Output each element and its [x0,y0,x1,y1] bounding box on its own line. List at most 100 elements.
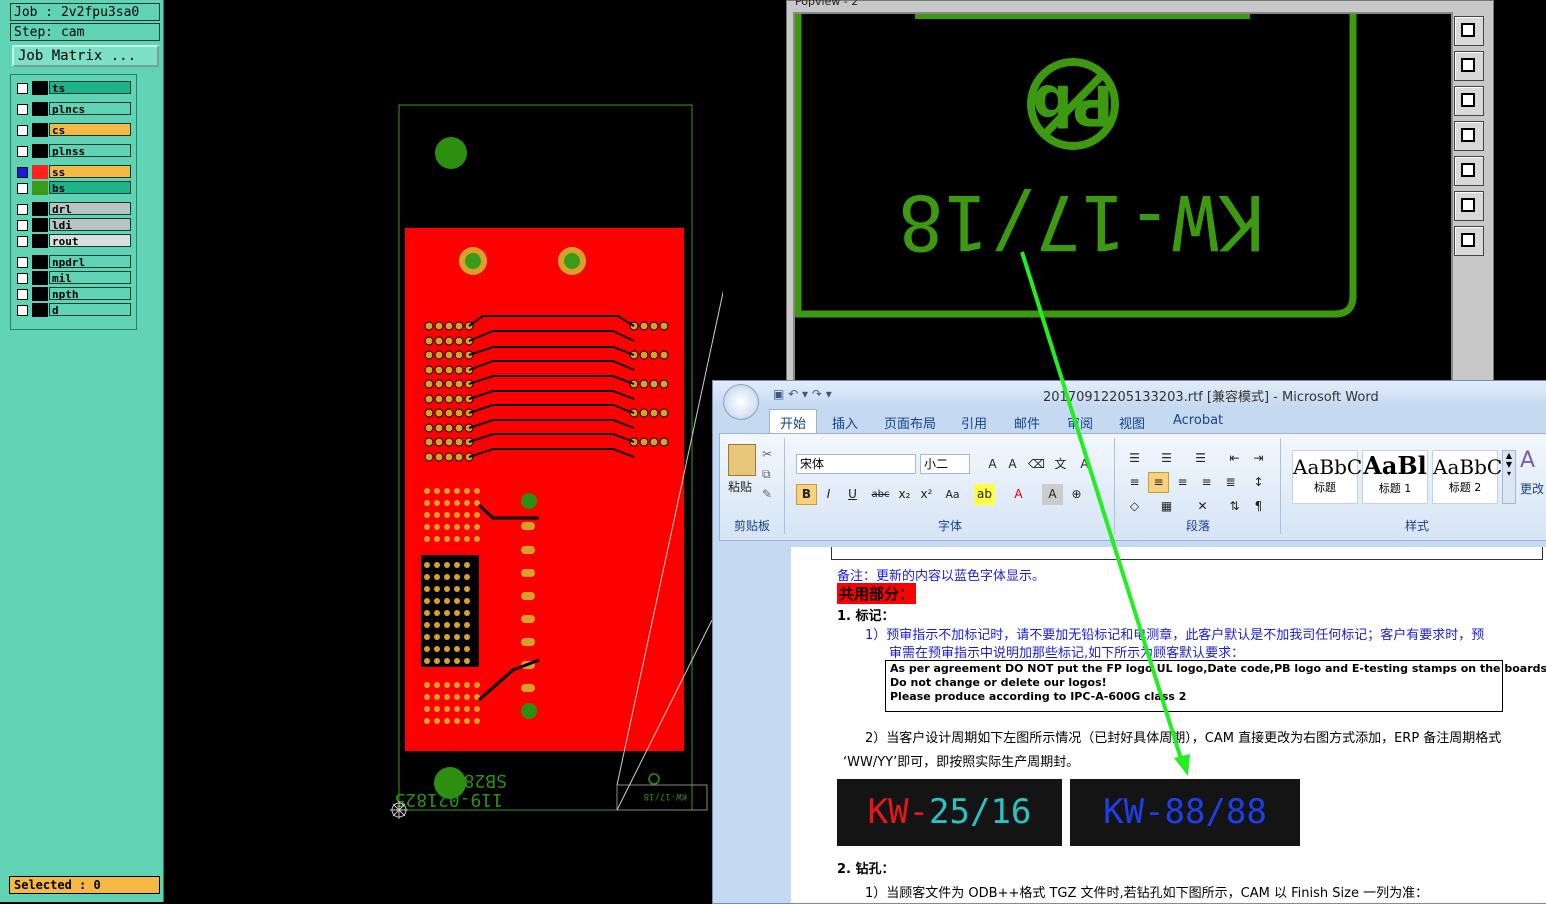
enclose-char-icon[interactable]: ⊕ [1066,484,1087,505]
paragraph-text: 1）当顾客文件为 ODB++格式 TGZ 文件时,若钻孔如下图所示，CAM 以 … [865,886,1429,901]
layer-checkbox[interactable] [17,236,28,247]
style-name: 标题 2 [1448,481,1482,494]
tab-acrobat[interactable]: Acrobat [1173,413,1223,428]
style-name: 标题 [1314,481,1336,494]
layer-checkbox[interactable] [17,220,28,231]
align-center-icon[interactable]: ≡ [1148,472,1169,493]
style-heading-2[interactable]: AaBbC 标题 2 [1432,450,1502,504]
superscript-button[interactable]: x² [916,484,937,505]
align-left-icon[interactable]: ≡ [1124,472,1145,493]
pan-up-icon[interactable] [1454,51,1484,81]
layer-checkbox[interactable] [17,83,28,94]
pan-left-icon[interactable] [1454,121,1484,151]
layer-row[interactable]: rout [15,234,133,248]
paste-icon[interactable] [728,444,756,476]
layer-checkbox[interactable] [17,204,28,215]
line-spacing-icon[interactable]: ↕ [1248,472,1269,493]
window-title: 20170912205133203.rtf [兼容模式] - Microsoft… [1043,390,1379,405]
layer-row[interactable]: mil [15,271,133,285]
style-title[interactable]: AaBbC 标题 [1292,450,1362,504]
font-color-icon[interactable]: A [1008,484,1029,505]
layer-checkbox[interactable] [17,289,28,300]
decrease-indent-icon[interactable]: ⇤ [1224,448,1245,469]
pan-down-icon[interactable] [1454,86,1484,116]
borders-icon[interactable]: ▦ [1156,496,1177,517]
strikethrough-button[interactable]: abc [870,484,891,505]
clipboard-small-icons[interactable]: ✂ ⧉ ✎ [762,444,772,504]
font-name-select[interactable]: 宋体 [796,454,916,474]
layer-row[interactable]: ts [15,81,133,95]
paste-button[interactable]: 粘贴 [728,478,752,495]
change-case-button[interactable]: Aa [942,484,963,505]
job-matrix-button[interactable]: Job Matrix ... [12,45,159,67]
italic-button[interactable]: I [818,484,839,505]
tab-mailings[interactable]: 邮件 [1014,413,1040,432]
highlight-icon[interactable]: ab [974,484,995,505]
logo-text: Pb [1032,72,1113,137]
style-heading-1[interactable]: AaBl 标题 1 [1362,450,1428,504]
tab-home[interactable]: 开始 [769,409,818,435]
document-page[interactable]: 备注：更新的内容以蓝色字体显示。 共用部分： 1. 标记： 1）预审指示不加标记… [791,547,1546,903]
pcb-canvas[interactable]: SB2800 119-021825 KW-17/18 [163,0,723,902]
zoom-in-icon[interactable] [1454,191,1484,221]
bullets-icon[interactable]: ☰ [1124,448,1145,469]
layer-checkbox[interactable] [17,146,28,157]
pan-right-icon[interactable] [1454,156,1484,186]
layer-checkbox[interactable] [17,273,28,284]
layer-checkbox[interactable] [17,125,28,136]
clipboard-group: 粘贴 ✂ ⧉ ✎ 剪贴板 [720,438,785,534]
layer-row[interactable]: cs [15,123,133,137]
layer-checkbox[interactable] [17,183,28,194]
layer-checkbox[interactable] [17,167,28,178]
zoom-fit-icon[interactable] [1454,16,1484,46]
layer-row[interactable]: drl [15,202,133,216]
subscript-button[interactable]: x₂ [894,484,915,505]
board-text: SB2800 [442,770,507,791]
layer-row[interactable]: bs [15,181,133,195]
change-styles-button[interactable]: 更改 [1520,480,1544,497]
clear-format-icon[interactable]: ⌫ [1026,454,1047,475]
numbering-icon[interactable]: ☰ [1156,448,1177,469]
styles-scroll[interactable]: ▲ ▼ ▾ [1502,450,1516,504]
popview-canvas[interactable]: Pb KW-17/18 [793,12,1453,388]
justify-icon[interactable]: ≡ [1196,472,1217,493]
change-styles-icon[interactable]: A [1520,448,1535,473]
zoom-out-icon[interactable] [1454,226,1484,256]
shading-icon[interactable]: ◇ [1124,496,1145,517]
phonetic-icon[interactable]: 文 [1050,454,1071,475]
layer-color-swatch [32,287,48,301]
align-right-icon[interactable]: ≡ [1172,472,1193,493]
grow-font-icon[interactable]: A [982,454,1003,475]
show-marks-icon[interactable]: ¶ [1248,496,1269,517]
layer-row[interactable]: npth [15,287,133,301]
popview-title: Popview - 2 [795,0,859,8]
chinese-layout-icon[interactable]: ✕ [1192,496,1213,517]
layer-row[interactable]: d [15,303,133,317]
shrink-font-icon[interactable]: A [1002,454,1023,475]
word-titlebar: ▣ ↶ ▾ ↷ ▾ 20170912205133203.rtf [兼容模式] -… [713,381,1546,420]
layer-row[interactable]: npdrl [15,255,133,269]
tab-references[interactable]: 引用 [961,413,987,432]
layer-checkbox[interactable] [17,257,28,268]
layer-checkbox[interactable] [17,305,28,316]
underline-button[interactable]: U [842,484,863,505]
layer-checkbox[interactable] [17,104,28,115]
tab-review[interactable]: 审阅 [1067,413,1093,432]
distributed-icon[interactable]: ≣ [1220,472,1241,493]
layer-row[interactable]: plnss [15,144,133,158]
multilevel-list-icon[interactable]: ☰ [1190,448,1211,469]
tab-insert[interactable]: 插入 [832,413,858,432]
layer-row[interactable]: ss [15,165,133,179]
layer-row[interactable]: ldi [15,218,133,232]
char-border-icon[interactable]: A [1074,454,1095,475]
increase-indent-icon[interactable]: ⇥ [1248,448,1269,469]
font-size-select[interactable]: 小二 [920,454,970,474]
layer-name: d [49,303,131,317]
layer-row[interactable]: plncs [15,102,133,116]
char-shading-icon[interactable]: A [1042,484,1063,505]
bold-button[interactable]: B [796,484,817,505]
quick-access-toolbar[interactable]: ▣ ↶ ▾ ↷ ▾ [773,387,832,401]
tab-view[interactable]: 视图 [1119,413,1145,432]
tab-page-layout[interactable]: 页面布局 [884,413,936,432]
sort-icon[interactable]: ⇅ [1224,496,1245,517]
